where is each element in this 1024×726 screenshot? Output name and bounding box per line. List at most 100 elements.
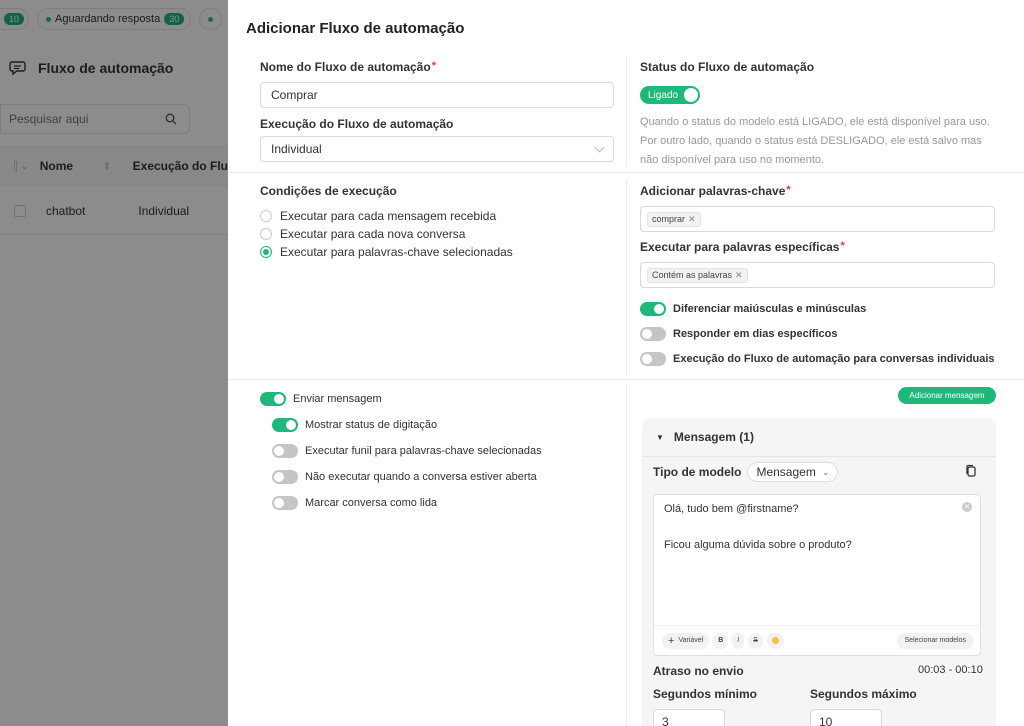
toggle-switch[interactable] (640, 302, 666, 316)
insert-variable-label: Variável (678, 637, 704, 644)
modal-backdrop[interactable] (0, 0, 228, 726)
modal-title: Adicionar Fluxo de automação (246, 20, 465, 37)
conditions-label: Condições de execução (260, 184, 397, 198)
delay-value: 00:03 - 00:10 (918, 664, 983, 676)
add-automation-flow-drawer: Adicionar Fluxo de automação Nome do Flu… (228, 0, 1024, 726)
keyword-funnel-toggle-row[interactable]: Executar funil para palavras-chave selec… (272, 444, 542, 458)
condition-label: Executar para cada nova conversa (280, 227, 466, 241)
specific-word-tag-text: Contém as palavras (652, 270, 733, 280)
condition-every-message[interactable]: Executar para cada mensagem recebida (260, 209, 496, 223)
clear-icon[interactable]: ✕ (962, 502, 972, 512)
condition-label: Executar para palavras-chave selecionada… (280, 245, 513, 259)
toggle-switch[interactable] (272, 496, 298, 510)
toggle-label: Executar funil para palavras-chave selec… (305, 445, 542, 457)
required-marker: * (840, 240, 845, 252)
message-card-title: Mensagem (1) (673, 430, 754, 444)
condition-label: Executar para cada mensagem recebida (280, 209, 497, 223)
chevron-down-icon (594, 142, 605, 153)
radio-button[interactable] (260, 228, 272, 240)
emoji-icon (771, 637, 779, 644)
condition-new-conversation[interactable]: Executar para cada nova conversa (260, 227, 465, 241)
keywords-label-text: Adicionar palavras-chave (640, 184, 786, 198)
column-divider (626, 180, 627, 376)
toggle-switch[interactable] (260, 392, 286, 406)
condition-keywords[interactable]: Executar para palavras-chave selecionada… (260, 245, 513, 259)
keyword-tag: comprar ✕ (647, 211, 701, 227)
chevron-down-icon: ⌄ (821, 466, 830, 477)
status-description-line: Quando o status do modelo está LIGADO, e… (640, 116, 990, 128)
plus-icon: + (668, 634, 675, 647)
flow-name-input[interactable]: Comprar (260, 82, 614, 108)
column-divider (626, 56, 627, 166)
max-seconds-label: Segundos máximo (810, 687, 917, 701)
status-toggle-label: Ligado (648, 89, 679, 101)
typing-status-toggle-row[interactable]: Mostrar status de digitação (272, 418, 437, 432)
execution-label: Execução do Fluxo de automação (260, 117, 454, 131)
execution-value: Individual (271, 142, 322, 156)
strikethrough-button[interactable]: S (748, 632, 763, 649)
required-marker: * (786, 184, 791, 196)
status-description-line: Por outro lado, quando o status está DES… (640, 135, 982, 147)
flow-name-label: Nome do Fluxo de automação* (260, 60, 436, 74)
required-marker: * (431, 60, 436, 72)
mark-read-toggle-row[interactable]: Marcar conversa como lida (272, 496, 437, 510)
keyword-tag-text: comprar (652, 214, 686, 224)
keywords-label: Adicionar palavras-chave* (640, 184, 791, 198)
skip-open-conversation-toggle-row[interactable]: Não executar quando a conversa estiver a… (272, 470, 537, 484)
model-type-select[interactable]: Mensagem ⌄ (747, 462, 839, 482)
specific-words-label-text: Executar para palavras específicas (640, 240, 840, 254)
execution-select[interactable]: Individual (260, 136, 614, 162)
min-seconds-input[interactable]: 3 (653, 709, 725, 726)
message-text-line: Ficou alguma dúvida sobre o produto? (664, 539, 852, 551)
add-message-button[interactable]: Adicionar mensagem (898, 387, 996, 404)
message-text-line: Olá, tudo bem @firstname? (664, 503, 799, 515)
bold-button[interactable]: B (713, 632, 729, 649)
delay-label: Atraso no envio (653, 664, 744, 678)
toggle-knob (684, 88, 699, 102)
toggle-switch[interactable] (272, 444, 298, 458)
editor-toolbar: + Variável B I S Selecionar modelos (654, 625, 980, 655)
individual-conversations-toggle-row[interactable]: Execução do Fluxo de automação para conv… (640, 352, 995, 366)
status-description-line: não disponível para uso no momento. (640, 154, 825, 166)
flow-name-label-text: Nome do Fluxo de automação (260, 60, 431, 74)
section-divider (228, 172, 1024, 173)
status-label: Status do Fluxo de automação (640, 60, 815, 74)
send-message-toggle-row[interactable]: Enviar mensagem (260, 392, 382, 406)
emoji-button[interactable] (766, 632, 784, 649)
card-divider (642, 456, 996, 457)
select-models-button[interactable]: Selecionar modelos (896, 632, 974, 649)
specific-word-tag: Contém as palavras ✕ (647, 267, 748, 283)
remove-tag-icon[interactable]: ✕ (735, 270, 743, 281)
toggle-label: Execução do Fluxo de automação para conv… (673, 353, 995, 365)
copy-icon[interactable] (965, 464, 977, 478)
section-divider (228, 379, 1024, 380)
radio-button[interactable] (260, 210, 272, 222)
remove-tag-icon[interactable]: ✕ (688, 214, 696, 225)
toggle-label: Marcar conversa como lida (305, 497, 438, 509)
model-type-value: Mensagem (756, 465, 816, 479)
keywords-input[interactable]: comprar ✕ (640, 206, 995, 232)
toggle-switch[interactable] (640, 352, 666, 366)
italic-button[interactable]: I (732, 632, 745, 649)
message-editor[interactable]: Olá, tudo bem @firstname? Ficou alguma d… (653, 494, 981, 656)
specific-words-input[interactable]: Contém as palavras ✕ (640, 262, 995, 288)
case-sensitive-toggle-row[interactable]: Diferenciar maiúsculas e minúsculas (640, 302, 866, 316)
toggle-label: Responder em dias específicos (673, 328, 838, 340)
flow-name-value: Comprar (271, 88, 318, 102)
toggle-switch[interactable] (640, 327, 666, 341)
max-seconds-value: 10 (819, 715, 833, 726)
max-seconds-input[interactable]: 10 (810, 709, 882, 726)
toggle-switch[interactable] (272, 470, 298, 484)
message-card-header[interactable]: ▼ Mensagem (1) (656, 430, 754, 444)
status-toggle[interactable]: Ligado (640, 86, 701, 104)
toggle-label: Mostrar status de digitação (305, 419, 438, 431)
radio-button-checked[interactable] (260, 246, 272, 258)
column-divider (626, 384, 627, 726)
toggle-switch[interactable] (272, 418, 298, 432)
toggle-label: Diferenciar maiúsculas e minúsculas (673, 303, 867, 315)
specific-days-toggle-row[interactable]: Responder em dias específicos (640, 327, 837, 341)
status-description: Quando o status do modelo está LIGADO, e… (640, 113, 1010, 170)
model-type-label: Tipo de modelo (653, 465, 742, 479)
caret-down-icon[interactable]: ▼ (656, 433, 664, 442)
insert-variable-button[interactable]: + Variável (662, 632, 710, 649)
